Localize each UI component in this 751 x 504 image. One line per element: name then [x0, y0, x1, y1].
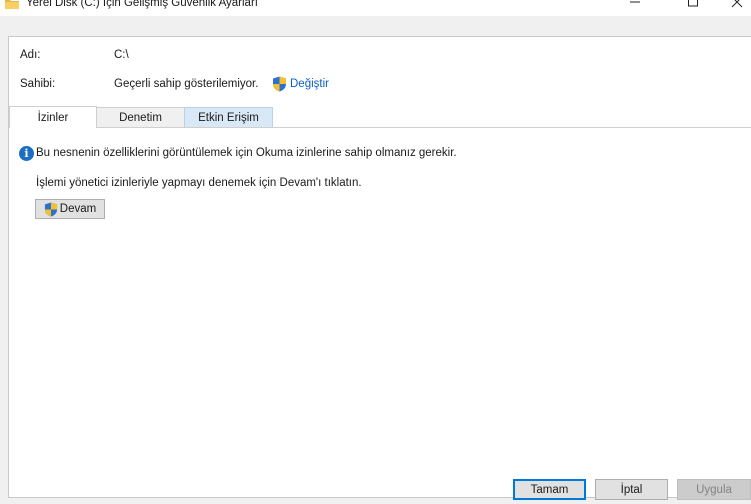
apply-button-label: Uygula — [696, 483, 732, 496]
tab-denetim[interactable]: Denetim — [96, 107, 185, 127]
uac-shield-icon — [44, 202, 57, 216]
owner-label: Sahibi: — [20, 78, 56, 90]
tab-etkin-erisim[interactable]: Etkin Erişim — [184, 107, 273, 127]
window-title: Yerel Disk (C:) İçin Gelişmiş Güvenlik A… — [26, 0, 258, 9]
name-value: C:\ — [114, 49, 129, 61]
cancel-button-label: İptal — [620, 483, 643, 496]
tab-label: İzinler — [37, 111, 69, 124]
tab-label: Etkin Erişim — [198, 111, 259, 124]
tab-izinler[interactable]: İzinler — [9, 106, 97, 128]
maximize-icon — [688, 0, 698, 7]
continue-button[interactable]: Devam — [35, 199, 105, 219]
minimize-icon — [630, 1, 640, 3]
change-owner-label: Değiştir — [290, 78, 329, 90]
close-button[interactable] — [714, 0, 751, 14]
dialog-panel — [8, 36, 751, 498]
close-icon — [731, 0, 743, 8]
ok-button-label: Tamam — [530, 483, 569, 496]
title-bar[interactable]: Yerel Disk (C:) İçin Gelişmiş Güvenlik A… — [0, 0, 751, 16]
change-owner-link[interactable]: Değiştir — [272, 75, 329, 93]
admin-message: İşlemi yönetici izinleriyle yapmayı dene… — [36, 177, 362, 189]
apply-button[interactable]: Uygula — [677, 479, 751, 500]
continue-button-label: Devam — [59, 203, 97, 215]
folder-icon — [5, 0, 19, 9]
minimize-button[interactable] — [612, 0, 658, 14]
info-icon: i — [19, 146, 34, 161]
tab-label: Denetim — [119, 111, 162, 124]
maximize-button[interactable] — [670, 0, 716, 14]
name-label: Adı: — [20, 49, 41, 61]
ok-button[interactable]: Tamam — [513, 479, 586, 500]
tab-divider — [9, 127, 751, 128]
owner-value: Geçerli sahip gösterilemiyor. — [114, 78, 259, 90]
cancel-button[interactable]: İptal — [595, 479, 668, 500]
uac-shield-icon — [273, 76, 286, 92]
info-message: Bu nesnenin özelliklerini görüntülemek i… — [36, 147, 457, 159]
